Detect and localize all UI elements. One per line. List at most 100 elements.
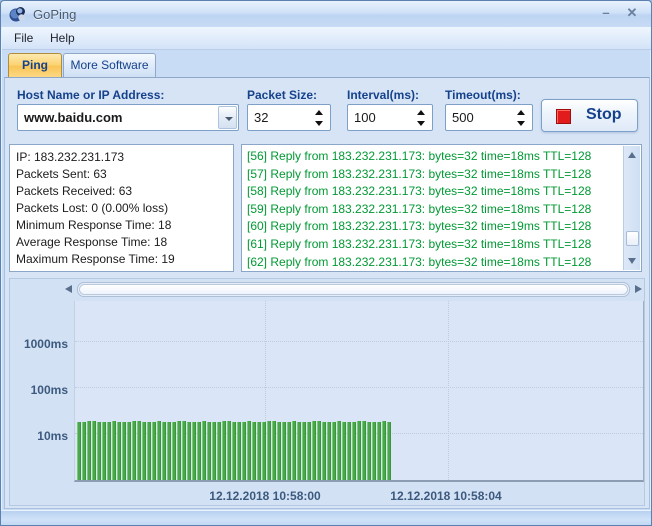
- log-line: [58] Reply from 183.232.231.173: bytes=3…: [247, 183, 621, 201]
- log-scrollbar-thumb[interactable]: [626, 231, 639, 246]
- response-bar: [162, 422, 166, 480]
- response-bar: [277, 422, 281, 480]
- response-bar: [167, 422, 171, 480]
- timeout-input[interactable]: 500: [445, 104, 533, 131]
- gridline: [448, 301, 449, 480]
- menu-help[interactable]: Help: [44, 30, 81, 47]
- tab-more-software[interactable]: More Software: [63, 53, 156, 77]
- response-bar: [227, 421, 231, 480]
- response-bar: [357, 421, 361, 480]
- chart-scrollbar-thumb[interactable]: [79, 284, 628, 295]
- scroll-up-icon[interactable]: [628, 152, 636, 158]
- response-bar: [267, 421, 271, 480]
- close-icon[interactable]: ✕: [621, 4, 643, 22]
- response-bar: [207, 422, 211, 480]
- response-bar: [87, 421, 91, 480]
- response-bar: [147, 422, 151, 480]
- response-bar: [212, 422, 216, 480]
- response-bar: [242, 422, 246, 480]
- response-bar: [187, 422, 191, 480]
- response-bar: [382, 421, 386, 480]
- response-bar: [112, 421, 116, 480]
- response-bar: [387, 422, 391, 480]
- response-bar: [337, 421, 341, 480]
- spinner-down-icon: [517, 121, 525, 126]
- chart-scrollbar-track[interactable]: [77, 282, 630, 297]
- response-bar: [322, 422, 326, 480]
- spinner-up-icon: [417, 110, 425, 115]
- response-bar: [272, 421, 276, 480]
- response-bar: [107, 422, 111, 480]
- response-bar: [217, 422, 221, 480]
- y-tick-1000ms: 1000ms: [10, 337, 68, 351]
- host-dropdown-button[interactable]: [218, 106, 237, 129]
- stat-line: Maximum Response Time: 19: [16, 251, 233, 268]
- packet-size-value: 32: [254, 110, 268, 125]
- packet-size-stepper[interactable]: [313, 109, 325, 127]
- host-value: www.baidu.com: [24, 110, 122, 125]
- packet-size-label: Packet Size:: [247, 88, 317, 102]
- packet-size-input[interactable]: 32: [247, 104, 331, 131]
- response-bar: [372, 422, 376, 480]
- chart-scrollbar[interactable]: [65, 282, 642, 297]
- interval-stepper[interactable]: [415, 109, 427, 127]
- timeout-label: Timeout(ms):: [445, 88, 521, 102]
- response-bar: [142, 422, 146, 480]
- app-icon: [9, 6, 26, 23]
- chevron-down-icon: [225, 117, 233, 121]
- menu-file[interactable]: File: [8, 30, 39, 47]
- scroll-left-icon[interactable]: [65, 285, 72, 293]
- response-bar: [77, 422, 81, 480]
- stop-button[interactable]: Stop: [541, 99, 638, 132]
- response-bar: [102, 422, 106, 480]
- stat-line: Average Response Time: 18: [16, 234, 233, 251]
- timeout-stepper[interactable]: [515, 109, 527, 127]
- y-tick-100ms: 100ms: [10, 383, 68, 397]
- log-line: [56] Reply from 183.232.231.173: bytes=3…: [247, 148, 621, 166]
- spinner-up-icon: [517, 110, 525, 115]
- title-bar[interactable]: GoPing – ✕: [1, 1, 651, 27]
- response-bar: [202, 421, 206, 480]
- response-bar: [232, 422, 236, 480]
- response-bar: [97, 422, 101, 480]
- host-input[interactable]: www.baidu.com: [17, 104, 239, 131]
- interval-input[interactable]: 100: [347, 104, 433, 131]
- response-bar: [117, 422, 121, 480]
- ping-log-lines: [56] Reply from 183.232.231.173: bytes=3…: [247, 148, 621, 271]
- response-bar: [342, 422, 346, 480]
- response-bar: [82, 422, 86, 480]
- scroll-down-icon[interactable]: [628, 258, 636, 264]
- minimize-icon[interactable]: –: [595, 4, 617, 22]
- ping-stats-panel: IP: 183.232.231.173Packets Sent: 63Packe…: [9, 144, 234, 272]
- response-bar: [362, 421, 366, 480]
- tab-ping[interactable]: Ping: [8, 53, 62, 77]
- spinner-up-icon: [315, 110, 323, 115]
- log-line: [59] Reply from 183.232.231.173: bytes=3…: [247, 201, 621, 219]
- stat-line: Minimum Response Time: 18: [16, 217, 233, 234]
- stat-line: Packets Sent: 63: [16, 166, 233, 183]
- response-bar: [222, 421, 226, 480]
- response-bar: [172, 422, 176, 480]
- menu-bar: File Help: [2, 27, 652, 50]
- response-bar: [292, 421, 296, 480]
- response-bar: [152, 422, 156, 480]
- window-title: GoPing: [33, 7, 76, 22]
- response-bar: [352, 422, 356, 480]
- log-line: [57] Reply from 183.232.231.173: bytes=3…: [247, 166, 621, 184]
- response-bar: [247, 421, 251, 480]
- stat-line: IP: 183.232.231.173: [16, 149, 233, 166]
- response-bar: [367, 422, 371, 480]
- tab-bar: Ping More Software: [2, 51, 652, 77]
- log-line: [62] Reply from 183.232.231.173: bytes=3…: [247, 254, 621, 272]
- log-scrollbar[interactable]: [623, 146, 640, 270]
- response-bar: [297, 422, 301, 480]
- response-bar: [312, 421, 316, 480]
- timeout-value: 500: [452, 110, 474, 125]
- ping-log-panel[interactable]: [56] Reply from 183.232.231.173: bytes=3…: [241, 144, 642, 272]
- response-bar: [122, 422, 126, 480]
- chart-plot-area: [74, 301, 644, 482]
- stop-square-icon: [556, 109, 571, 124]
- scroll-right-icon[interactable]: [635, 285, 642, 293]
- response-bar: [182, 421, 186, 480]
- response-bar: [282, 422, 286, 480]
